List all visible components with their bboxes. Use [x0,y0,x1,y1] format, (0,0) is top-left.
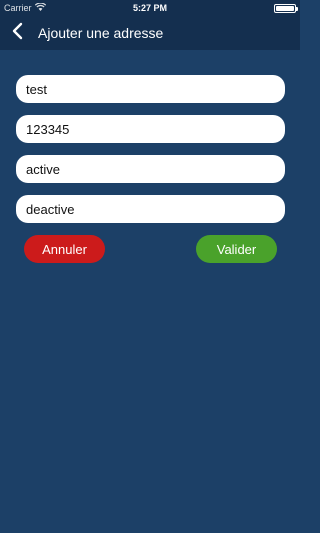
back-button[interactable] [0,16,34,50]
battery-icon [274,3,298,13]
address-field-3[interactable] [16,155,285,183]
status-right [274,3,298,13]
page-title: Ajouter une adresse [38,25,164,41]
submit-button[interactable]: Valider [196,235,277,263]
cancel-button[interactable]: Annuler [24,235,105,263]
status-time: 5:27 PM [132,3,167,13]
navigation-bar: Ajouter une adresse [0,16,300,50]
status-bar: Carrier 5:27 PM [0,0,300,16]
battery-fill [276,5,294,11]
address-field-1[interactable] [16,75,285,103]
chevron-left-icon [11,22,23,45]
address-field-2[interactable] [16,115,285,143]
address-field-4[interactable] [16,195,285,223]
